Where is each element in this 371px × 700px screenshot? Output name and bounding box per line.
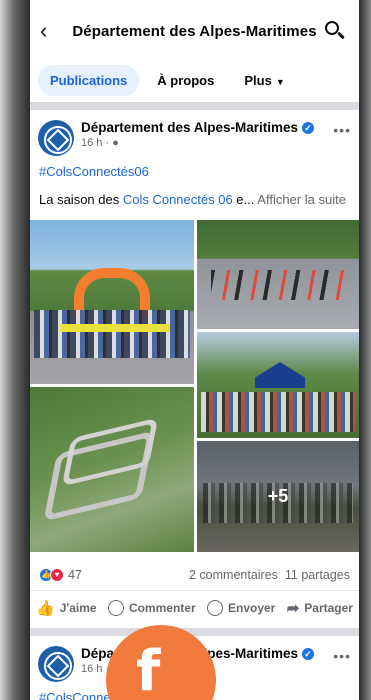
caret-down-icon: ▼ — [275, 76, 285, 87]
post-text: La saison des Cols Connectés 06 e... Aff… — [30, 192, 359, 218]
verified-badge-icon: ✓ — [302, 121, 315, 134]
phone-frame-left — [0, 0, 30, 700]
photo-crowd-shape — [34, 310, 190, 358]
reaction-count: 47 — [68, 568, 82, 582]
post-meta: Département des Alpes-Maritimes ✓ 16 h ·… — [81, 120, 333, 149]
photo-riders-shape — [211, 270, 345, 300]
divider — [30, 102, 359, 110]
post-text-suffix: e... — [232, 192, 255, 207]
photo-gallery: +5 — [30, 220, 359, 552]
post-hashtag[interactable]: #ColsConnectés06 — [30, 162, 359, 192]
thumbs-up-icon: 👍 — [36, 599, 55, 617]
search-icon[interactable] — [323, 19, 347, 43]
divider-2 — [30, 628, 359, 636]
share-button[interactable]: ➦ Partager — [287, 599, 353, 617]
phone-mockup: ‹ Département des Alpes-Maritimes Public… — [0, 0, 371, 700]
tab-plus[interactable]: Plus ▼ — [232, 65, 296, 96]
tab-a-propos[interactable]: À propos — [145, 65, 226, 96]
avatar[interactable] — [38, 120, 74, 156]
photo-group-more[interactable]: +5 — [197, 441, 359, 552]
post-text-link[interactable]: Cols Connectés 06 — [123, 192, 233, 207]
photo-hairpin-road[interactable] — [30, 387, 194, 552]
comment-bubble-icon — [107, 599, 124, 616]
photo-tent-shape — [255, 362, 305, 388]
more-dots-icon[interactable]: ••• — [333, 120, 351, 138]
send-button[interactable]: Envoyer — [206, 599, 276, 616]
post-actions: 👍 J'aime Commenter Envoyer ➦ Partager — [30, 590, 359, 624]
send-label: Envoyer — [227, 600, 276, 615]
post: Département des Alpes-Maritimes ✓ 16 h ·… — [30, 110, 359, 624]
reactions[interactable]: 👍 ♥ 47 — [39, 568, 82, 582]
shares-count[interactable]: 11 partages — [285, 568, 350, 582]
top-bar: ‹ Département des Alpes-Maritimes — [30, 0, 359, 62]
see-more-link[interactable]: Afficher la suite — [257, 192, 346, 207]
author-line: Département des Alpes-Maritimes ✓ — [81, 120, 333, 135]
post-time: 16 h · ● — [81, 137, 333, 149]
tab-publications[interactable]: Publications — [38, 64, 140, 96]
comment-button[interactable]: Commenter — [107, 599, 196, 616]
comment-label: Commenter — [128, 600, 196, 615]
share-label: Partager — [304, 600, 353, 615]
photo-riders-road[interactable] — [197, 220, 359, 329]
page-tabs: Publications À propos Plus ▼ — [30, 62, 359, 98]
like-label: J'aime — [59, 600, 97, 615]
photo-banner-shape — [60, 324, 170, 332]
post-2-time-text: 16 h · — [81, 663, 110, 675]
verified-badge-icon-2: ✓ — [302, 647, 315, 660]
avatar-2[interactable] — [38, 646, 74, 682]
more-photos-count: +5 — [267, 486, 289, 506]
photo-people-shape — [201, 392, 355, 432]
more-dots-icon-2[interactable]: ••• — [333, 646, 351, 664]
photo-start-arch[interactable] — [30, 220, 194, 384]
author-name[interactable]: Département des Alpes-Maritimes — [81, 120, 298, 135]
facebook-screen: ‹ Département des Alpes-Maritimes Public… — [30, 0, 359, 700]
post-stats: 👍 ♥ 47 2 commentaires 11 partages — [30, 560, 359, 590]
photo-tent-crowd[interactable] — [197, 332, 359, 438]
post-time-text: 16 h · — [81, 137, 110, 149]
share-arrow-icon: ➦ — [286, 599, 300, 617]
love-reaction-icon: ♥ — [50, 568, 64, 582]
post-header: Département des Alpes-Maritimes ✓ 16 h ·… — [30, 110, 359, 162]
messenger-icon — [206, 599, 223, 616]
more-photos-overlay: +5 — [197, 441, 359, 552]
comments-count[interactable]: 2 commentaires — [189, 568, 278, 582]
like-button[interactable]: 👍 J'aime — [36, 599, 97, 617]
page-title: Département des Alpes-Maritimes — [72, 22, 317, 40]
tab-plus-label: Plus — [244, 72, 272, 88]
chevron-left-icon[interactable]: ‹ — [40, 18, 66, 44]
globe-icon: ● — [112, 137, 119, 149]
phone-frame-right — [359, 0, 371, 700]
post-text-prefix: La saison des — [39, 192, 123, 207]
facebook-f-icon: f — [136, 639, 161, 700]
stats-gap — [278, 568, 285, 582]
